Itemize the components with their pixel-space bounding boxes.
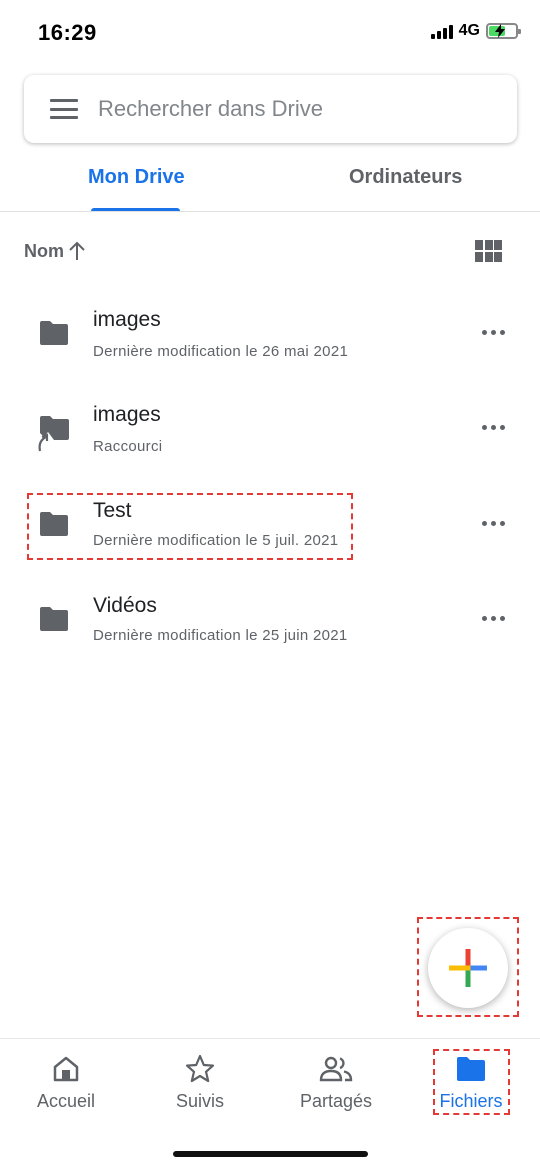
file-row[interactable]: Vidéos Dernière modification le 25 juin …: [0, 588, 540, 668]
highlight-box: [27, 493, 353, 560]
tab-computers[interactable]: Ordinateurs: [349, 166, 462, 189]
sort-by-name-button[interactable]: Nom: [24, 241, 64, 262]
file-name: images: [93, 403, 161, 426]
more-options-icon[interactable]: [482, 330, 505, 335]
status-bar: 16:29 4G: [0, 0, 540, 64]
nav-label: Partagés: [299, 1091, 373, 1111]
plus-icon: [449, 949, 487, 987]
home-icon: [53, 1056, 79, 1082]
people-icon: [319, 1056, 353, 1082]
folder-icon: [40, 607, 68, 631]
network-type: 4G: [458, 22, 480, 39]
file-shortcut-label: Raccourci: [93, 438, 163, 455]
search-bar[interactable]: Rechercher dans Drive: [24, 75, 517, 143]
status-time: 16:29: [38, 20, 97, 45]
nav-item-home[interactable]: Accueil: [11, 1053, 121, 1112]
grid-view-icon[interactable]: [475, 240, 502, 262]
file-name: Vidéos: [93, 594, 157, 617]
sort-row: Nom: [0, 232, 540, 272]
file-row[interactable]: images Dernière modification le 26 mai 2…: [0, 298, 540, 378]
nav-label: Suivis: [175, 1091, 224, 1111]
new-button[interactable]: [428, 928, 508, 1008]
active-tab-indicator: [91, 208, 180, 211]
file-modified-date: Dernière modification le 26 mai 2021: [93, 343, 349, 360]
folder-icon: [40, 321, 68, 345]
signal-icon: [430, 23, 453, 39]
battery-icon: [486, 23, 521, 39]
more-options-icon[interactable]: [482, 521, 505, 526]
status-indicators: 4G: [430, 22, 521, 40]
highlight-box: [433, 1049, 510, 1115]
file-name: images: [93, 308, 161, 331]
home-indicator[interactable]: [173, 1151, 368, 1157]
nav-item-shared[interactable]: Partagés: [281, 1053, 391, 1112]
nav-label: Accueil: [36, 1091, 96, 1111]
more-options-icon[interactable]: [482, 616, 505, 621]
file-modified-date: Dernière modification le 25 juin 2021: [93, 627, 348, 644]
tab-my-drive[interactable]: Mon Drive: [88, 166, 185, 189]
nav-item-starred[interactable]: Suivis: [145, 1053, 255, 1112]
more-options-icon[interactable]: [482, 425, 505, 430]
folder-shortcut-icon: [38, 416, 69, 452]
arrow-up-icon[interactable]: [67, 240, 87, 262]
tab-bar: Mon Drive Ordinateurs: [0, 150, 540, 212]
menu-icon[interactable]: [50, 99, 78, 119]
star-icon: [185, 1054, 215, 1083]
search-input[interactable]: Rechercher dans Drive: [98, 96, 323, 122]
file-row[interactable]: images Raccourci: [0, 393, 540, 473]
bottom-navigation: Accueil Suivis Partagés Fichiers: [0, 1038, 540, 1170]
